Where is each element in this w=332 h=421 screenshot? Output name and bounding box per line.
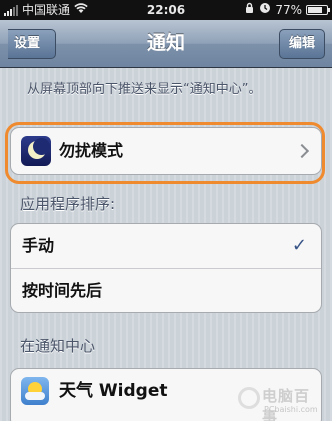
battery-percent: 77% bbox=[275, 3, 302, 17]
do-not-disturb-row[interactable]: 勿扰模式 bbox=[11, 128, 321, 174]
chevron-right-icon bbox=[294, 143, 310, 159]
checkmark-icon: ✓ bbox=[291, 235, 307, 256]
weather-icon bbox=[21, 377, 49, 405]
lock-rotation-icon bbox=[244, 0, 255, 20]
back-button-label: 设置 bbox=[14, 36, 41, 51]
status-bar: 中国联通 22:06 77% bbox=[0, 0, 332, 20]
pull-down-description: 从屏幕顶部向下推送来显示“通知中心”。 bbox=[27, 82, 262, 97]
sort-option-label: 按时间先后 bbox=[22, 281, 103, 300]
edit-button[interactable]: 编辑 bbox=[279, 29, 325, 59]
moon-icon bbox=[21, 136, 51, 166]
status-right: 77% bbox=[244, 0, 330, 20]
in-center-section-header: 在通知中心 bbox=[20, 337, 96, 355]
weather-label: 天气 Widget bbox=[59, 381, 168, 401]
sort-section-header: 应用程序排序: bbox=[20, 195, 116, 213]
sort-option-manual[interactable]: 手动 ✓ bbox=[11, 224, 321, 268]
dnd-label: 勿扰模式 bbox=[59, 141, 124, 160]
watermark-text: 电脑百事 bbox=[262, 387, 311, 421]
back-button[interactable]: 设置 bbox=[8, 29, 56, 59]
dnd-group: 勿扰模式 bbox=[10, 127, 322, 175]
watermark-url: PCbaishi.com bbox=[264, 405, 318, 414]
navigation-bar: 通知 设置 编辑 bbox=[0, 20, 332, 68]
sort-option-label: 手动 bbox=[22, 236, 55, 255]
watermark-logo-icon bbox=[238, 387, 260, 409]
alarm-clock-icon bbox=[259, 0, 271, 20]
sort-option-by-time[interactable]: 按时间先后 bbox=[11, 268, 321, 312]
battery-icon bbox=[306, 5, 330, 15]
watermark: 电脑百事 PCbaishi.com bbox=[238, 383, 324, 421]
sort-options-group: 手动 ✓ 按时间先后 bbox=[10, 223, 322, 313]
